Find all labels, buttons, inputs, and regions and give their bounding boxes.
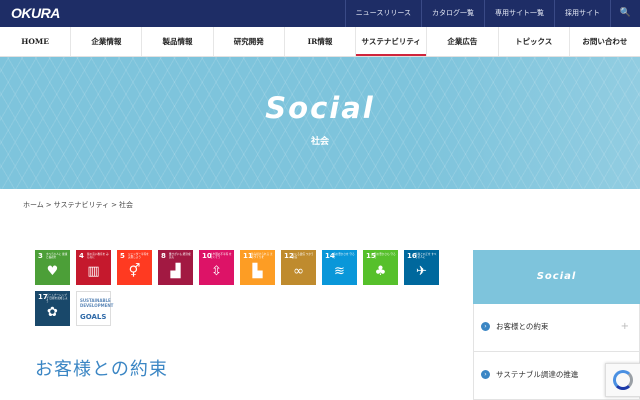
nav-topics[interactable]: トピックス: [497, 27, 569, 56]
main-nav: HOME 企業情報 製品情報 研究開発 IR情報 サステナビリティ 企業広告 ト…: [0, 27, 640, 57]
section-title: お客様との約束: [35, 359, 168, 380]
breadcrumb-home[interactable]: ホーム: [23, 201, 44, 209]
dedicated-sites-link[interactable]: 専用サイト一覧: [484, 0, 554, 27]
sdg-tile-10: 10 人や国の不平等 をなくそう ⇳: [199, 250, 234, 285]
search-icon[interactable]: 🔍: [610, 0, 640, 27]
sdg-tile-17: 17 パートナーシップで 目標を達成しよう ✿: [35, 291, 70, 326]
fish-icon: ≋: [334, 264, 345, 279]
nav-research[interactable]: 研究開発: [212, 27, 284, 56]
sdg-number: 4: [79, 252, 84, 260]
recaptcha-icon: [613, 370, 633, 390]
sidebar-item-customer-promise[interactable]: › お客様との約束 +: [473, 304, 640, 352]
goals-logo-line2: GOALS: [80, 313, 107, 321]
hero-title: Social: [265, 91, 375, 125]
catalog-link[interactable]: カタログ一覧: [421, 0, 484, 27]
recaptcha-badge[interactable]: [605, 363, 640, 397]
sdg-text: 人や国の不平等 をなくそう: [210, 253, 232, 259]
nav-sustainability[interactable]: サステナビリティ: [355, 27, 427, 56]
city-icon: ▙: [252, 264, 263, 279]
sidebar-heading: Social: [473, 250, 640, 304]
sidebar-item-label: サステナブル調達の推進: [496, 370, 579, 379]
nav-company[interactable]: 企業情報: [70, 27, 141, 56]
tree-icon: ♣: [374, 264, 387, 279]
plus-icon: +: [620, 321, 629, 332]
sdg-text: 働きがいも 経済成長も: [169, 253, 191, 259]
growth-chart-icon: ▟: [170, 264, 181, 279]
okura-logo[interactable]: OKURA: [11, 5, 60, 21]
breadcrumb-separator: >: [45, 201, 52, 209]
nav-products[interactable]: 製品情報: [141, 27, 212, 56]
sdg-number: 5: [120, 252, 125, 260]
sdgs-goals-logo: SUSTAINABLE DEVELOPMENT GOALS: [76, 291, 114, 326]
hero-banner: Social 社会: [0, 57, 640, 189]
hero-subtitle: 社会: [310, 137, 329, 147]
sdg-tile-8: 8 働きがいも 経済成長も ▟: [158, 250, 193, 285]
dove-icon: ✈: [416, 264, 427, 279]
sidebar-item-label: お客様との約束: [496, 322, 549, 331]
heart-pulse-icon: ♥: [46, 264, 59, 279]
sdg-text: 質の高い教育を みんなに: [87, 253, 109, 259]
top-bar: OKURA ニュースリリース カタログ一覧 専用サイト一覧 採用サイト 🔍: [0, 0, 640, 27]
sdg-text: パートナーシップで 目標を達成しよう: [46, 294, 68, 303]
book-icon: ▥: [87, 264, 100, 279]
sdg-number: 3: [38, 252, 43, 260]
breadcrumb: ホーム > サステナビリティ > 社会: [23, 200, 135, 210]
sdg-text: つくる責任 つかう責任: [292, 253, 314, 259]
chevron-right-icon: ›: [481, 322, 490, 331]
sdg-tile-14: 14 海の豊かさを 守ろう ≋: [322, 250, 357, 285]
goals-logo-line1: SUSTAINABLE DEVELOPMENT: [80, 298, 114, 308]
sdg-tile-12: 12 つくる責任 つかう責任 ∞: [281, 250, 316, 285]
sdg-text: 海の豊かさを 守ろう: [333, 253, 355, 259]
sdg-text: 平和と公正を すべての人に: [415, 253, 437, 259]
recruit-site-link[interactable]: 採用サイト: [554, 0, 610, 27]
sdg-number: 8: [161, 252, 166, 260]
nav-corporate-ads[interactable]: 企業広告: [426, 27, 497, 56]
partnership-icon: ✿: [47, 305, 58, 320]
top-links: ニュースリリース カタログ一覧 専用サイト一覧 採用サイト 🔍: [344, 0, 640, 27]
news-release-link[interactable]: ニュースリリース: [344, 0, 421, 27]
sdg-tile-3: 3 すべての人に 健康と福祉を ♥: [35, 250, 70, 285]
sdg-tile-11: 11 住み続けられる まちづくりを ▙: [240, 250, 275, 285]
nav-ir[interactable]: IR情報: [283, 27, 355, 56]
sdg-text: ジェンダー平等を 実現しよう: [128, 253, 149, 259]
sdg-tile-5: 5 ジェンダー平等を 実現しよう ⚥: [117, 250, 152, 285]
sdg-tile-15: 15 陸の豊かさも 守ろう ♣: [363, 250, 398, 285]
sdg-tile-16: 16 平和と公正を すべての人に ✈: [404, 250, 439, 285]
sdg-tile-4: 4 質の高い教育を みんなに ▥: [76, 250, 111, 285]
breadcrumb-separator: >: [111, 201, 117, 209]
infinity-icon: ∞: [293, 264, 304, 279]
gender-icon: ⚥: [128, 264, 141, 279]
breadcrumb-sustainability[interactable]: サステナビリティ: [54, 201, 109, 209]
nav-contact[interactable]: お問い合わせ: [568, 27, 640, 56]
sdg-text: すべての人に 健康と福祉を: [46, 253, 68, 259]
sdg-text: 陸の豊かさも 守ろう: [374, 253, 396, 259]
equality-icon: ⇳: [211, 264, 222, 279]
sdg-text: 住み続けられる まちづくりを: [251, 253, 273, 259]
breadcrumb-current: 社会: [119, 201, 133, 209]
nav-home[interactable]: HOME: [0, 27, 70, 56]
chevron-right-icon: ›: [481, 370, 490, 379]
